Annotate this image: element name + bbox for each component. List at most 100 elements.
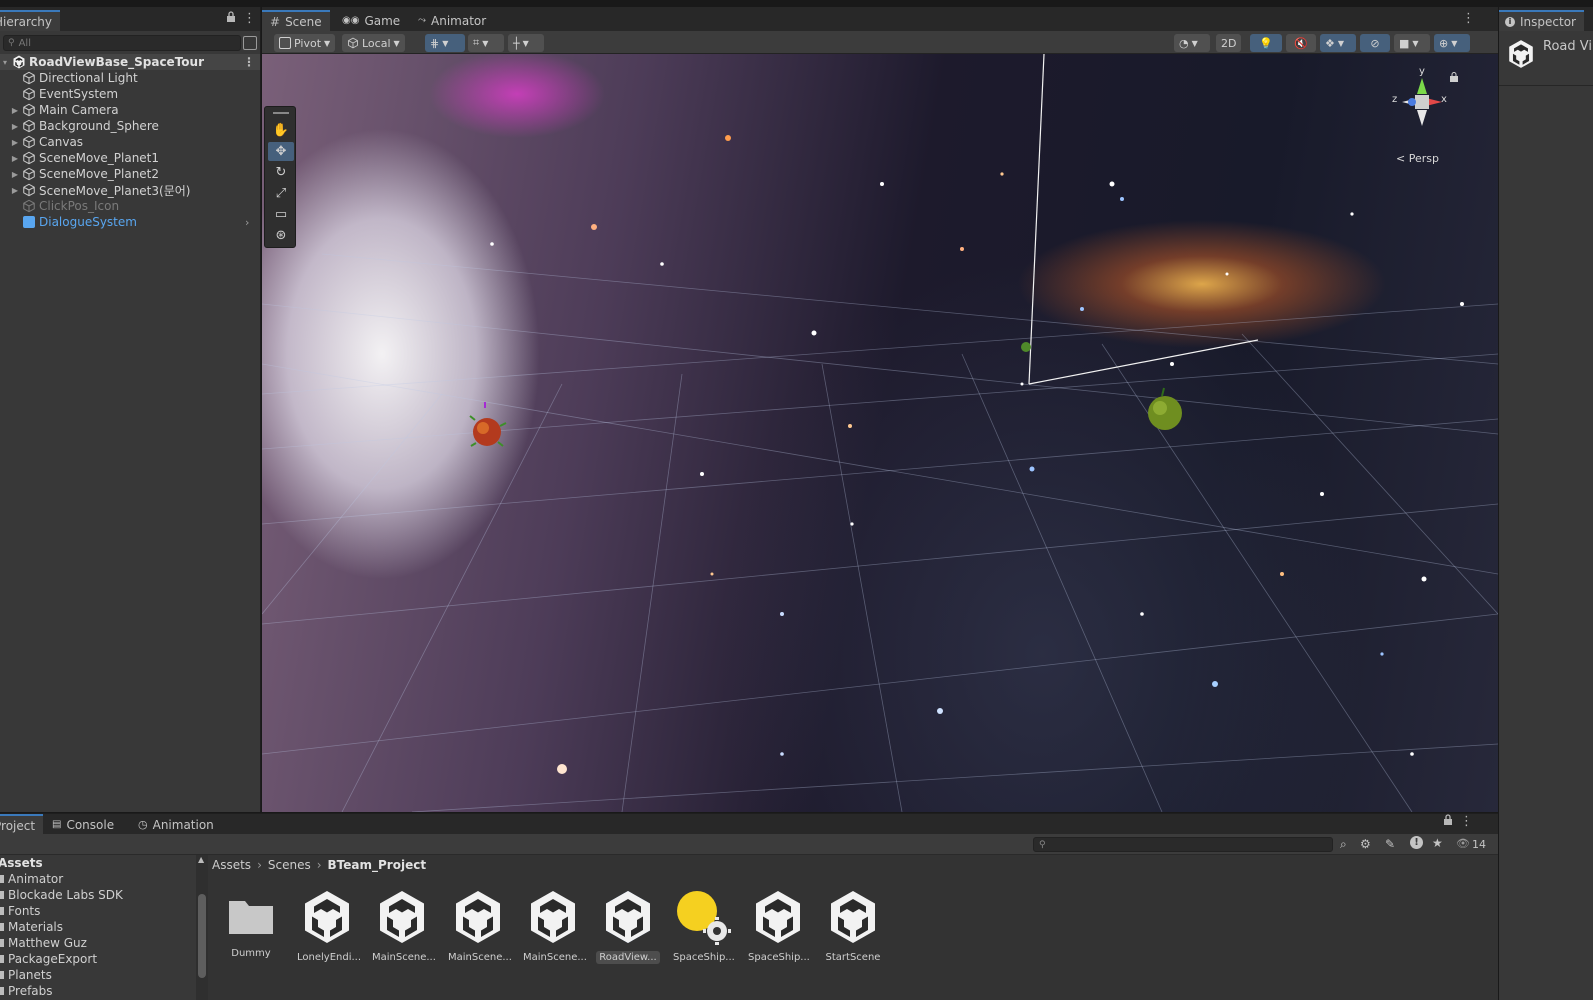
gizmo-lock-icon[interactable] (1450, 72, 1458, 82)
expand-arrow-icon[interactable]: ▶ (10, 186, 20, 195)
move-tool-button[interactable]: ✥ (268, 142, 294, 161)
hierarchy-item-clickpos-icon[interactable]: ClickPos_Icon (0, 198, 260, 214)
inspector-panel: i Inspector Road Vi (1499, 7, 1593, 1000)
hierarchy-item-eventsystem[interactable]: EventSystem (0, 86, 260, 102)
asset-tile-roadview[interactable]: RoadView... (595, 889, 661, 971)
breadcrumb-item[interactable]: Assets (212, 858, 251, 872)
increment-snap-toggle[interactable]: ⌗ ▼ (468, 34, 504, 52)
hierarchy-item-dialoguesystem[interactable]: DialogueSystem › (0, 214, 260, 230)
gamepad-icon: ◉◉ (342, 15, 360, 26)
search-options-icon[interactable]: ⌕ (1340, 837, 1347, 852)
project-lock-icon[interactable] (1443, 814, 1453, 830)
project-search-input[interactable]: ⚲ (1033, 837, 1333, 852)
visibility-toggle[interactable]: ⊘ (1360, 34, 1390, 52)
hierarchy-item-scenemove-planet2[interactable]: ▶ SceneMove_Planet2 (0, 166, 260, 182)
lock-icon[interactable] (226, 11, 236, 27)
hierarchy-item-canvas[interactable]: ▶ Canvas (0, 134, 260, 150)
asset-tile-mainscene-2[interactable]: MainScene... (445, 889, 511, 971)
chevron-down-icon: ▼ (1451, 38, 1458, 48)
expand-arrow-icon[interactable]: ▶ (10, 138, 20, 147)
scale-tool-button[interactable]: ⤢ (268, 184, 294, 203)
pivot-dropdown[interactable]: Pivot ▼ (274, 34, 336, 52)
mode-2d-toggle[interactable]: 2D (1216, 34, 1242, 52)
audio-toggle[interactable]: 🔇 (1286, 34, 1316, 52)
asset-tile-mainscene-3[interactable]: MainScene... (520, 889, 586, 971)
prefab-open-arrow-icon[interactable]: › (245, 216, 249, 229)
hierarchy-scene-root[interactable]: ▾ RoadViewBase_SpaceTour ⋮ (0, 54, 260, 70)
tab-inspector[interactable]: i Inspector (1499, 10, 1584, 31)
hierarchy-item-scenemove-planet1[interactable]: ▶ SceneMove_Planet1 (0, 150, 260, 166)
tab-animation[interactable]: ◷ Animation (130, 814, 222, 835)
asset-tile-spaceship-scene[interactable]: SpaceShip... (745, 889, 811, 971)
tab-console[interactable]: ▤ Console (44, 814, 122, 835)
hierarchy-item-main-camera[interactable]: ▶ Main Camera (0, 102, 260, 118)
tree-item-animator[interactable]: Animator (0, 871, 63, 887)
tab-project[interactable]: Project (0, 814, 44, 835)
breadcrumb-item[interactable]: Scenes (268, 858, 311, 872)
scene-menu-kebab-icon[interactable]: ⋮ (1462, 11, 1475, 27)
tree-item-packageexport[interactable]: PackageExport (0, 951, 97, 967)
scene-viewport[interactable]: ✋ ✥ ↻ ⤢ ▭ ⊛ y x z < Persp (262, 54, 1498, 812)
expand-arrow-icon[interactable]: ▾ (0, 58, 10, 67)
tab-hierarchy[interactable]: Hierarchy (0, 10, 61, 31)
grid-snap-toggle[interactable]: ⋕ ▼ (425, 34, 465, 52)
tree-item-prefabs[interactable]: Prefabs (0, 983, 53, 999)
tab-game[interactable]: ◉◉ Game (334, 10, 408, 31)
hierarchy-search-toggle-icon[interactable] (243, 36, 257, 50)
tab-animator[interactable]: ⤳ Animator (410, 10, 494, 31)
orientation-gizmo[interactable]: y x z < Persp (1392, 66, 1458, 165)
filter-errors-icon[interactable]: ! (1410, 836, 1423, 849)
tree-item-fonts[interactable]: Fonts (0, 903, 40, 919)
toolstrip-handle[interactable] (273, 112, 289, 114)
expand-arrow-icon[interactable]: ▶ (10, 122, 20, 131)
expand-arrow-icon[interactable]: ▶ (10, 106, 20, 115)
asset-tile-dummy[interactable]: Dummy (218, 889, 284, 971)
scene-root-menu-kebab-icon[interactable]: ⋮ (243, 55, 255, 69)
asset-tile-mainscene-1[interactable]: MainScene... (369, 889, 435, 971)
tree-item-label: Matthew Guz (8, 936, 87, 950)
hierarchy-item-directional-light[interactable]: Directional Light (0, 70, 260, 86)
tree-item-matthew-guz[interactable]: Matthew Guz (0, 935, 87, 951)
hand-tool-button[interactable]: ✋ (268, 121, 294, 140)
expand-arrow-icon[interactable]: ▶ (10, 154, 20, 163)
rotate-tool-button[interactable]: ↻ (268, 163, 294, 182)
filter-by-label-icon[interactable]: ✎ (1385, 837, 1395, 851)
gizmos-dropdown[interactable]: ⊕ ▼ (1434, 34, 1470, 52)
project-toolbar: ⚲ ⌕ ⚙ ✎ ! ★ 👁 14 (0, 834, 1498, 855)
inspector-tabbar: i Inspector (1499, 7, 1593, 31)
folder-tree-scrollbar[interactable]: ▲ (196, 855, 208, 1000)
effects-dropdown[interactable]: ❖ ▼ (1320, 34, 1356, 52)
tab-scene[interactable]: # Scene (262, 10, 330, 31)
folder-icon (0, 875, 4, 883)
breadcrumb-item-current[interactable]: BTeam_Project (328, 858, 427, 872)
transform-tool-button[interactable]: ⊛ (268, 226, 294, 245)
tree-item-planets[interactable]: Planets (0, 967, 52, 983)
scroll-thumb[interactable] (198, 894, 206, 978)
star-field (490, 135, 1464, 774)
animation-clock-icon: ◷ (138, 818, 148, 831)
draw-mode-dropdown[interactable]: ◔ ▼ (1174, 34, 1210, 52)
hierarchy-search-input[interactable]: ⚲ All (3, 35, 241, 51)
favorites-star-icon[interactable]: ★ (1432, 836, 1443, 850)
filter-by-type-icon[interactable]: ⚙ (1360, 837, 1371, 851)
camera-settings-dropdown[interactable]: ■ ▼ (1394, 34, 1430, 52)
projection-toggle[interactable]: < Persp (1396, 152, 1439, 165)
asset-tile-startscene[interactable]: StartScene (820, 889, 886, 971)
local-dropdown[interactable]: Local ▼ (342, 34, 405, 52)
rect-tool-button[interactable]: ▭ (268, 205, 294, 224)
hierarchy-menu-kebab-icon[interactable]: ⋮ (243, 11, 256, 27)
ruler-toggle[interactable]: ┼ ▼ (508, 34, 544, 52)
lighting-toggle[interactable]: 💡 (1250, 34, 1282, 52)
asset-tile-lonelyending[interactable]: LonelyEndi... (294, 889, 360, 971)
tree-item-assets[interactable]: Assets (0, 855, 43, 871)
expand-arrow-icon[interactable]: ▶ (10, 170, 20, 179)
gameobject-cube-icon (22, 87, 36, 101)
tree-item-materials[interactable]: Materials (0, 919, 63, 935)
hidden-packages-eye-icon[interactable]: 👁 (1456, 837, 1470, 850)
asset-tile-spaceship-lighting[interactable]: SpaceShip... (670, 889, 736, 971)
scroll-up-arrow-icon[interactable]: ▲ (198, 855, 204, 864)
hierarchy-item-scenemove-planet3[interactable]: ▶ SceneMove_Planet3(문어) (0, 182, 260, 198)
project-menu-kebab-icon[interactable]: ⋮ (1460, 814, 1473, 830)
hierarchy-item-background-sphere[interactable]: ▶ Background_Sphere (0, 118, 260, 134)
tree-item-blockade-labs-sdk[interactable]: Blockade Labs SDK (0, 887, 123, 903)
